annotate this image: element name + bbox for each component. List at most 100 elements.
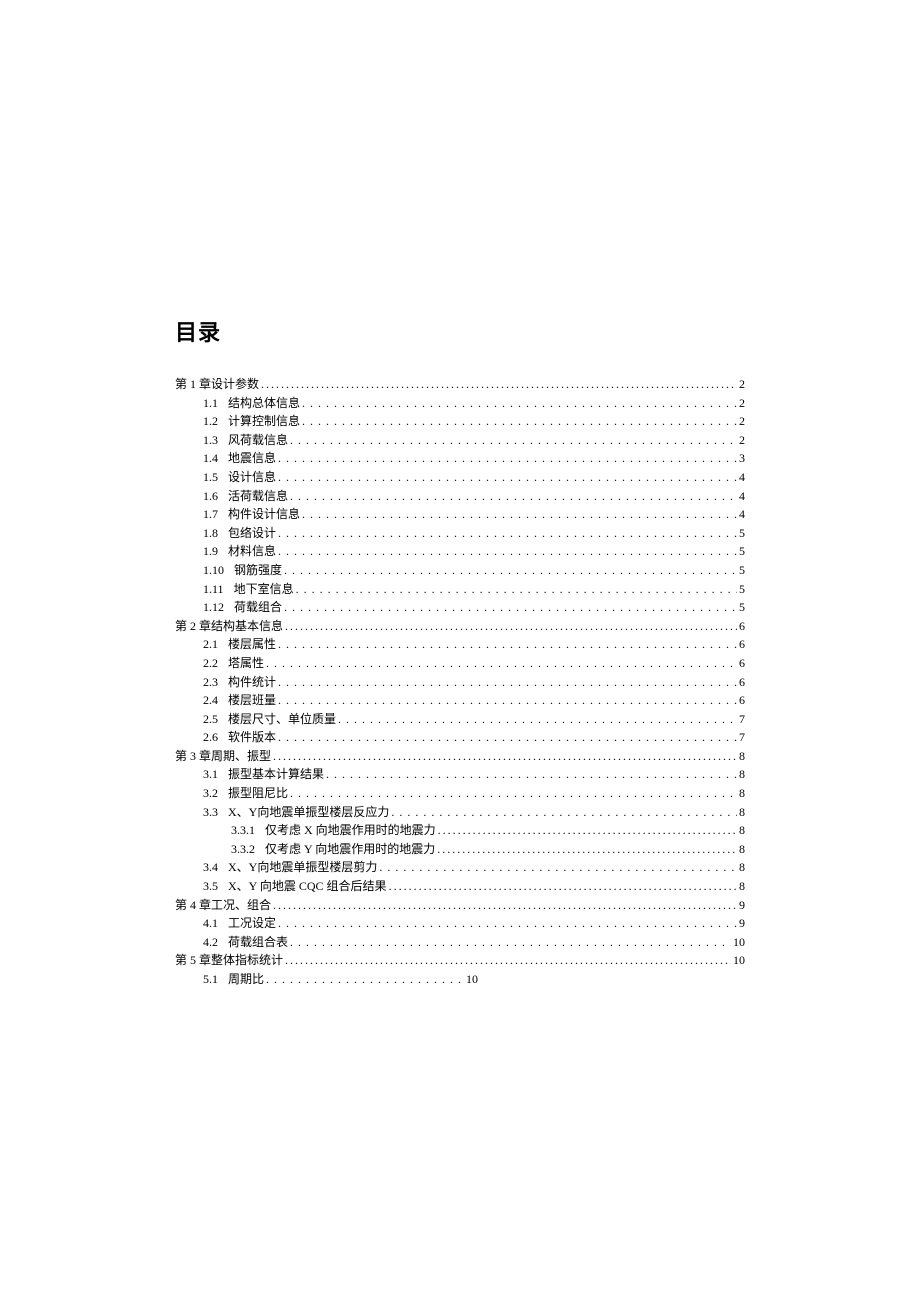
toc-leader-dots [283,617,737,636]
toc-page-number: 10 [464,970,478,989]
toc-entry: 3.1振型基本计算结果8 [175,765,745,784]
toc-leader-dots [300,394,737,413]
toc-label: 荷载组合 [234,598,282,617]
toc-label: 构件统计 [228,673,276,692]
toc-leader-dots [276,728,737,747]
toc-number: 1.4 [203,449,228,468]
toc-page-number: 2 [737,375,745,394]
toc-page-number: 10 [731,951,745,970]
toc-entry: 第 4 章工况、组合9 [175,896,745,915]
toc-entry: 3.3.1仅考虑 X 向地震作用时的地震力 8 [175,821,745,840]
toc-label: 仅考虑 X 向地震作用时的地震力 [265,821,436,840]
toc-label: 地震信息 [228,449,276,468]
toc-label: 活荷载信息 [228,487,288,506]
toc-label: 荷载组合表 [228,933,288,952]
toc-leader-dots [271,747,737,766]
toc-number: 第 4 章 [175,896,211,915]
toc-page-number: 2 [737,394,745,413]
toc-entry: 1.5设计信息4 [175,468,745,487]
toc-page-number: 5 [737,598,745,617]
toc-label: 振型阻尼比 [228,784,288,803]
toc-leader-dots [264,654,737,673]
toc-label: 仅考虑 Y 向地震作用时的地震力 [265,840,435,859]
toc-page-number: 5 [737,524,745,543]
toc-page-number: 8 [737,877,745,896]
toc-entry: 2.2塔属性6 [175,654,745,673]
toc-number: 第 3 章 [175,747,211,766]
toc-number: 1.8 [203,524,228,543]
toc-leader-dots [276,691,737,710]
toc-number: 第 5 章 [175,951,211,970]
toc-entry: 1.4地震信息3 [175,449,745,468]
toc-label: 设计参数 [211,375,259,394]
toc-entry: 1.2计算控制信息 2 [175,412,745,431]
toc-number: 3.5 [203,877,228,896]
toc-leader-dots [282,561,737,580]
toc-number: 1.1 [203,394,228,413]
toc-number: 3.3.1 [231,821,265,840]
toc-number: 2.2 [203,654,228,673]
toc-leader-dots [276,635,737,654]
toc-number: 3.3 [203,803,228,822]
toc-page-number: 8 [737,803,745,822]
toc-leader-dots [435,840,737,859]
toc-leader-dots [300,412,737,431]
toc-number: 1.7 [203,505,228,524]
toc-number: 1.9 [203,542,228,561]
toc-page-number: 6 [737,635,745,654]
toc-leader-dots [271,896,737,915]
toc-number: 第 1 章 [175,375,211,394]
toc-page-number: 4 [737,505,745,524]
toc-number: 1.2 [203,412,228,431]
toc-entry: 1.11地下室信息5 [175,580,745,599]
toc-entry: 3.4X、Y向地震单振型楼层剪力8 [175,858,745,877]
toc-number: 1.6 [203,487,228,506]
toc-page-number: 2 [737,431,745,450]
toc-label: 风荷载信息 [228,431,288,450]
toc-label: 工况设定 [228,914,276,933]
toc-label: 计算控制信息 [228,412,300,431]
toc-number: 3.1 [203,765,228,784]
toc-page-number: 9 [737,896,745,915]
toc-entry: 2.1楼层属性6 [175,635,745,654]
toc-label: X、Y 向地震 CQC 组合后结果 [228,877,387,896]
toc-leader-dots [294,580,737,599]
toc-label: 楼层属性 [228,635,276,654]
toc-entry: 3.3X、Y向地震单振型楼层反应力 8 [175,803,745,822]
toc-leader-dots [276,542,737,561]
toc-label: 结构基本信息 [211,617,283,636]
toc-leader-dots [282,598,737,617]
toc-label: X、Y向地震单振型楼层剪力 [228,858,377,877]
toc-label: 塔属性 [228,654,264,673]
toc-label: X、Y向地震单振型楼层反应力 [228,803,389,822]
toc-page-number: 8 [737,765,745,784]
toc-entry: 3.5X、Y 向地震 CQC 组合后结果 8 [175,877,745,896]
toc-page-number: 2 [737,412,745,431]
toc-label: 楼层尺寸、单位质量 [228,710,336,729]
toc-page-number: 10 [731,933,745,952]
toc-leader-dots [324,765,737,784]
toc-number: 3.2 [203,784,228,803]
toc-entry: 2.5楼层尺寸、单位质量7 [175,710,745,729]
toc-label: 楼层班量 [228,691,276,710]
toc-number: 1.10 [203,561,234,580]
toc-entry: 1.1结构总体信息 2 [175,394,745,413]
toc-entry: 1.8包络设计5 [175,524,745,543]
toc-number: 2.5 [203,710,228,729]
toc-entry: 第 2 章结构基本信息6 [175,617,745,636]
toc-entry: 1.12荷载组合5 [175,598,745,617]
toc-entry: 第 3 章周期、振型8 [175,747,745,766]
toc-entry: 1.7构件设计信息4 [175,505,745,524]
toc-leader-dots [336,710,737,729]
toc-page-number: 6 [737,673,745,692]
toc-leader-dots [259,375,737,394]
toc-leader-dots [283,951,731,970]
toc-leader-dots [276,914,737,933]
toc-label: 结构总体信息 [228,394,300,413]
toc-page-number: 8 [737,821,745,840]
toc-label: 设计信息 [228,468,276,487]
toc-label: 钢筋强度 [234,561,282,580]
toc-number: 4.1 [203,914,228,933]
toc-entry: 第 5 章整体指标统计10 [175,951,745,970]
toc-label: 周期、振型 [211,747,271,766]
